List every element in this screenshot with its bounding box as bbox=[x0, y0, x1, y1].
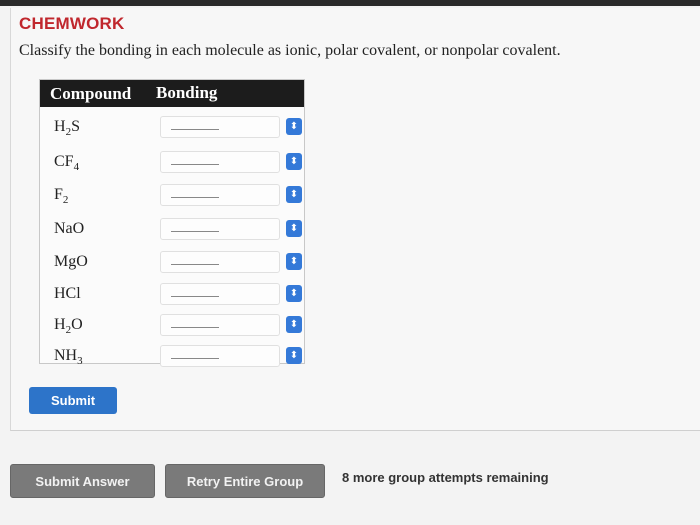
chevron-up-down-icon[interactable]: ⬍ bbox=[286, 118, 302, 135]
bonding-select-field[interactable] bbox=[160, 116, 280, 138]
chevron-up-down-icon[interactable]: ⬍ bbox=[286, 253, 302, 270]
compound-formula: NaO bbox=[54, 220, 85, 237]
chevron-up-down-icon[interactable]: ⬍ bbox=[286, 186, 302, 203]
table-row: F2 ⬍ bbox=[40, 181, 304, 211]
bonding-table: Compound Bonding H2S ⬍ CF4 ⬍ F2 ⬍ NaO ⬍ … bbox=[39, 79, 305, 367]
bonding-select-field[interactable] bbox=[160, 283, 280, 305]
chevron-up-down-icon[interactable]: ⬍ bbox=[286, 153, 302, 170]
compound-formula: H2O bbox=[54, 316, 83, 337]
column-header-compound: Compound bbox=[50, 84, 132, 103]
bonding-select[interactable]: ⬍ bbox=[160, 314, 302, 336]
bonding-select-field[interactable] bbox=[160, 218, 280, 240]
table-row: NaO ⬍ bbox=[40, 215, 304, 245]
bonding-select[interactable]: ⬍ bbox=[160, 345, 302, 367]
compound-formula: H2S bbox=[54, 118, 80, 139]
table-row: H2O ⬍ bbox=[40, 311, 304, 341]
compound-formula: MgO bbox=[54, 253, 88, 270]
attempts-remaining-text: 8 more group attempts remaining bbox=[342, 470, 549, 485]
compound-formula: NH3 bbox=[54, 347, 83, 368]
bonding-select[interactable]: ⬍ bbox=[160, 218, 302, 240]
chevron-up-down-icon[interactable]: ⬍ bbox=[286, 347, 302, 364]
submit-answer-button[interactable]: Submit Answer bbox=[10, 464, 155, 498]
retry-group-button[interactable]: Retry Entire Group bbox=[165, 464, 325, 498]
chevron-up-down-icon[interactable]: ⬍ bbox=[286, 316, 302, 333]
column-header-bonding: Bonding bbox=[156, 83, 218, 102]
table-row: HCl ⬍ bbox=[40, 280, 304, 310]
chevron-up-down-icon[interactable]: ⬍ bbox=[286, 285, 302, 302]
bonding-select-field[interactable] bbox=[160, 345, 280, 367]
bonding-select[interactable]: ⬍ bbox=[160, 283, 302, 305]
bonding-select-field[interactable] bbox=[160, 251, 280, 273]
bonding-select-field[interactable] bbox=[160, 184, 280, 206]
bonding-select[interactable]: ⬍ bbox=[160, 251, 302, 273]
bonding-select[interactable]: ⬍ bbox=[160, 116, 302, 138]
question-panel: CHEMWORK Classify the bonding in each mo… bbox=[10, 8, 700, 431]
table-header: Compound Bonding bbox=[40, 80, 304, 107]
compound-formula: HCl bbox=[54, 285, 81, 302]
top-bar bbox=[0, 0, 700, 6]
compound-formula: F2 bbox=[54, 186, 69, 207]
bonding-select[interactable]: ⬍ bbox=[160, 151, 302, 173]
chevron-up-down-icon[interactable]: ⬍ bbox=[286, 220, 302, 237]
bonding-select-field[interactable] bbox=[160, 151, 280, 173]
table-row: CF4 ⬍ bbox=[40, 148, 304, 178]
compound-formula: CF4 bbox=[54, 153, 80, 174]
bonding-select[interactable]: ⬍ bbox=[160, 184, 302, 206]
page-title: CHEMWORK bbox=[19, 14, 125, 33]
instruction-text: Classify the bonding in each molecule as… bbox=[19, 42, 561, 59]
bonding-select-field[interactable] bbox=[160, 314, 280, 336]
table-row: H2S ⬍ bbox=[40, 113, 304, 143]
submit-button[interactable]: Submit bbox=[29, 387, 117, 414]
table-row: NH3 ⬍ bbox=[40, 342, 304, 372]
table-row: MgO ⬍ bbox=[40, 248, 304, 278]
